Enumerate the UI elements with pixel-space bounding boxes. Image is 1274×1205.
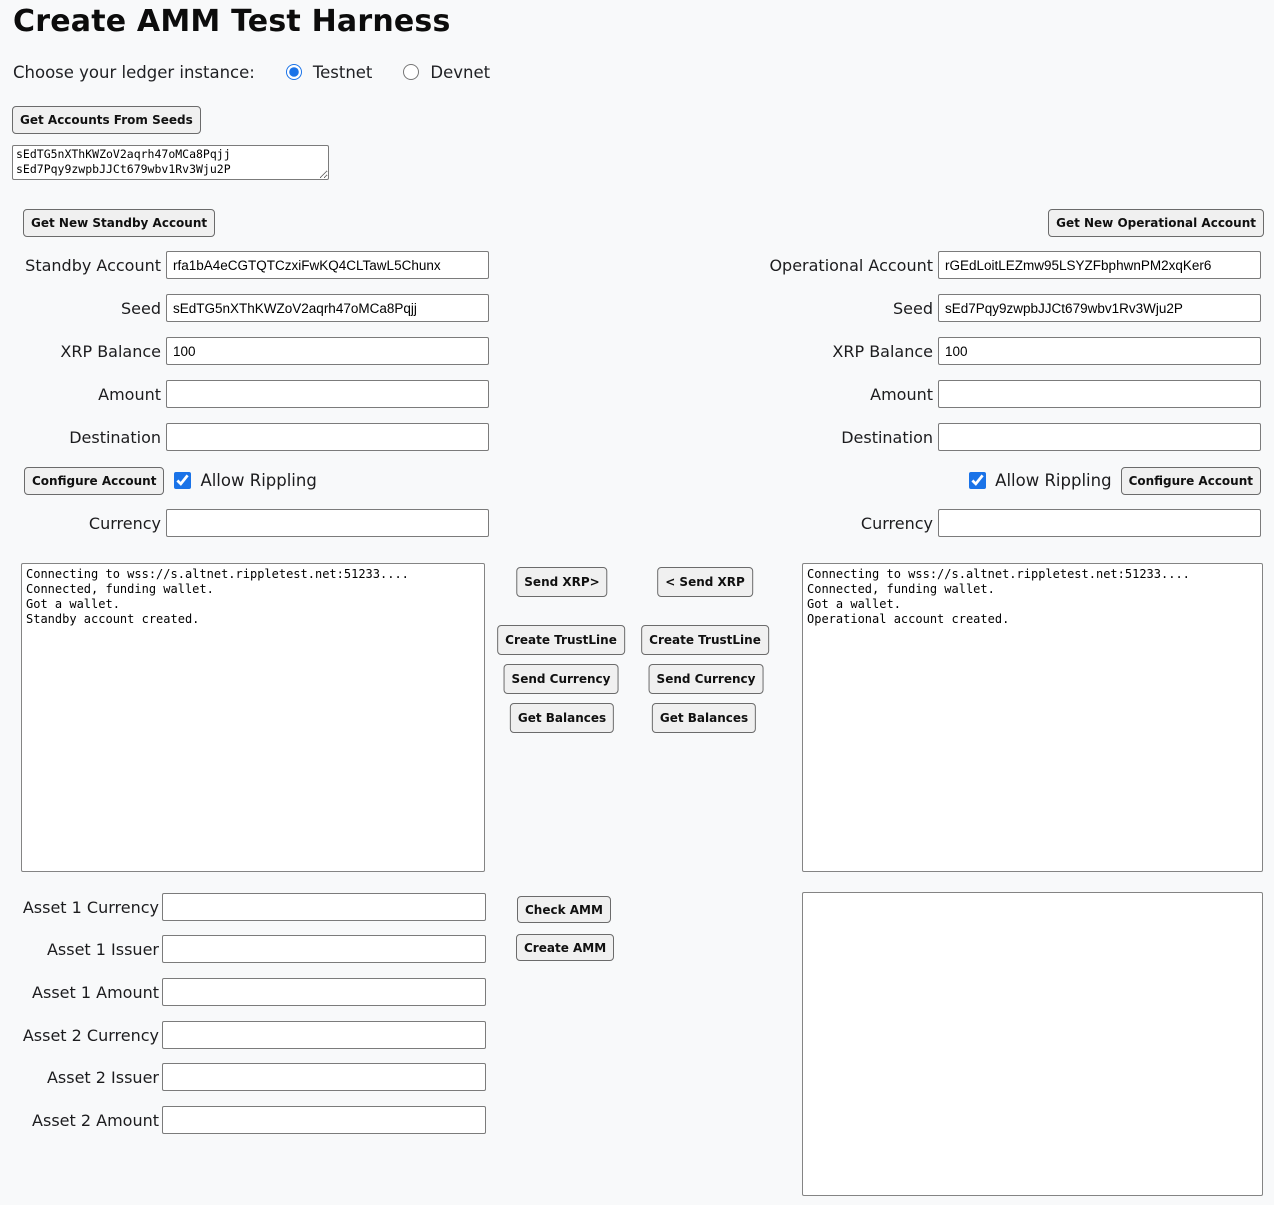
operational-destination-input[interactable] bbox=[938, 423, 1261, 451]
operational-configure-account-button[interactable]: Configure Account bbox=[1121, 467, 1261, 495]
standby-account-label: Standby Account bbox=[12, 256, 161, 275]
operational-create-trustline-button[interactable]: Create TrustLine bbox=[641, 625, 769, 655]
operational-amount-row: Amount bbox=[760, 380, 1261, 408]
seeds-textarea[interactable]: sEdTG5nXThKWZoV2aqrh47oMCa8Pqjj sEd7Pqy9… bbox=[12, 145, 329, 180]
asset1-issuer-label: Asset 1 Issuer bbox=[12, 940, 159, 959]
standby-get-balances-button[interactable]: Get Balances bbox=[510, 703, 614, 733]
operational-amount-label: Amount bbox=[760, 385, 933, 404]
standby-configure-account-button[interactable]: Configure Account bbox=[24, 467, 164, 495]
devnet-radio[interactable] bbox=[403, 64, 419, 80]
get-new-standby-account-button[interactable]: Get New Standby Account bbox=[23, 209, 215, 237]
ledger-option-devnet[interactable]: Devnet bbox=[403, 63, 490, 82]
standby-seed-input[interactable] bbox=[166, 294, 489, 322]
operational-send-currency-button[interactable]: Send Currency bbox=[649, 664, 764, 694]
get-new-operational-account-button[interactable]: Get New Operational Account bbox=[1048, 209, 1264, 237]
standby-amount-label: Amount bbox=[12, 385, 161, 404]
create-amm-button[interactable]: Create AMM bbox=[516, 934, 614, 961]
operational-allow-rippling-label: Allow Rippling bbox=[995, 471, 1111, 490]
standby-account-input[interactable] bbox=[166, 251, 489, 279]
standby-amount-row: Amount bbox=[12, 380, 489, 408]
create-amm-test-harness-page: Create AMM Test Harness Choose your ledg… bbox=[0, 0, 1274, 1205]
operational-get-balances-button[interactable]: Get Balances bbox=[652, 703, 756, 733]
operational-currency-row: Currency bbox=[760, 509, 1261, 537]
asset2-issuer-input[interactable] bbox=[162, 1063, 486, 1091]
operational-xrp-balance-input[interactable] bbox=[938, 337, 1261, 365]
standby-amount-input[interactable] bbox=[166, 380, 489, 408]
standby-seed-row: Seed bbox=[12, 294, 489, 322]
asset1-issuer-input[interactable] bbox=[162, 935, 486, 963]
operational-account-input[interactable] bbox=[938, 251, 1261, 279]
asset1-currency-input[interactable] bbox=[162, 893, 486, 921]
operational-account-row: Operational Account bbox=[760, 251, 1261, 279]
operational-configure-row: Allow Rippling Configure Account bbox=[938, 466, 1261, 495]
ledger-instance-chooser: Choose your ledger instance: Testnet Dev… bbox=[13, 61, 490, 83]
operational-account-label: Operational Account bbox=[760, 256, 933, 275]
operational-currency-input[interactable] bbox=[938, 509, 1261, 537]
operational-destination-label: Destination bbox=[760, 428, 933, 447]
asset2-amount-row: Asset 2 Amount bbox=[12, 1106, 486, 1134]
asset2-issuer-label: Asset 2 Issuer bbox=[12, 1068, 159, 1087]
operational-allow-rippling-checkbox[interactable] bbox=[969, 472, 986, 489]
standby-currency-row: Currency bbox=[12, 509, 489, 537]
asset1-amount-input[interactable] bbox=[162, 978, 486, 1006]
standby-result-log[interactable]: Connecting to wss://s.altnet.rippletest.… bbox=[21, 563, 485, 872]
operational-seed-input[interactable] bbox=[938, 294, 1261, 322]
operational-xrp-balance-label: XRP Balance bbox=[760, 342, 933, 361]
standby-seed-label: Seed bbox=[12, 299, 161, 318]
standby-destination-input[interactable] bbox=[166, 423, 489, 451]
standby-allow-rippling-checkbox[interactable] bbox=[174, 472, 191, 489]
asset1-amount-label: Asset 1 Amount bbox=[12, 983, 159, 1002]
operational-seed-row: Seed bbox=[760, 294, 1261, 322]
standby-account-row: Standby Account bbox=[12, 251, 489, 279]
standby-send-xrp-button[interactable]: Send XRP> bbox=[516, 567, 607, 597]
asset1-currency-row: Asset 1 Currency bbox=[12, 893, 486, 921]
operational-xrp-balance-row: XRP Balance bbox=[760, 337, 1261, 365]
operational-seed-label: Seed bbox=[760, 299, 933, 318]
standby-destination-label: Destination bbox=[12, 428, 161, 447]
ledger-option-testnet[interactable]: Testnet bbox=[286, 63, 373, 82]
amm-result-log[interactable] bbox=[802, 892, 1263, 1196]
standby-currency-input[interactable] bbox=[166, 509, 489, 537]
standby-xrp-balance-label: XRP Balance bbox=[12, 342, 161, 361]
devnet-radio-label: Devnet bbox=[430, 63, 490, 82]
page-title: Create AMM Test Harness bbox=[13, 4, 451, 39]
asset2-currency-row: Asset 2 Currency bbox=[12, 1021, 486, 1049]
operational-currency-label: Currency bbox=[760, 514, 933, 533]
get-accounts-from-seeds-button[interactable]: Get Accounts From Seeds bbox=[12, 106, 201, 134]
asset2-amount-label: Asset 2 Amount bbox=[12, 1111, 159, 1130]
asset2-currency-input[interactable] bbox=[162, 1021, 486, 1049]
operational-amount-input[interactable] bbox=[938, 380, 1261, 408]
standby-xrp-balance-row: XRP Balance bbox=[12, 337, 489, 365]
asset2-issuer-row: Asset 2 Issuer bbox=[12, 1063, 486, 1091]
standby-currency-label: Currency bbox=[12, 514, 161, 533]
ledger-instance-label: Choose your ledger instance: bbox=[13, 63, 255, 82]
operational-send-xrp-button[interactable]: < Send XRP bbox=[657, 567, 753, 597]
asset1-currency-label: Asset 1 Currency bbox=[12, 898, 159, 917]
operational-result-log[interactable]: Connecting to wss://s.altnet.rippletest.… bbox=[802, 563, 1263, 872]
standby-send-currency-button[interactable]: Send Currency bbox=[504, 664, 619, 694]
standby-create-trustline-button[interactable]: Create TrustLine bbox=[497, 625, 625, 655]
testnet-radio[interactable] bbox=[286, 64, 302, 80]
standby-allow-rippling-label: Allow Rippling bbox=[200, 471, 316, 490]
asset1-amount-row: Asset 1 Amount bbox=[12, 978, 486, 1006]
asset2-currency-label: Asset 2 Currency bbox=[12, 1026, 159, 1045]
asset1-issuer-row: Asset 1 Issuer bbox=[12, 935, 486, 963]
operational-destination-row: Destination bbox=[760, 423, 1261, 451]
check-amm-button[interactable]: Check AMM bbox=[517, 896, 611, 923]
asset2-amount-input[interactable] bbox=[162, 1106, 486, 1134]
testnet-radio-label: Testnet bbox=[313, 63, 373, 82]
standby-xrp-balance-input[interactable] bbox=[166, 337, 489, 365]
standby-configure-row: Configure Account Allow Rippling bbox=[24, 466, 317, 495]
standby-destination-row: Destination bbox=[12, 423, 489, 451]
